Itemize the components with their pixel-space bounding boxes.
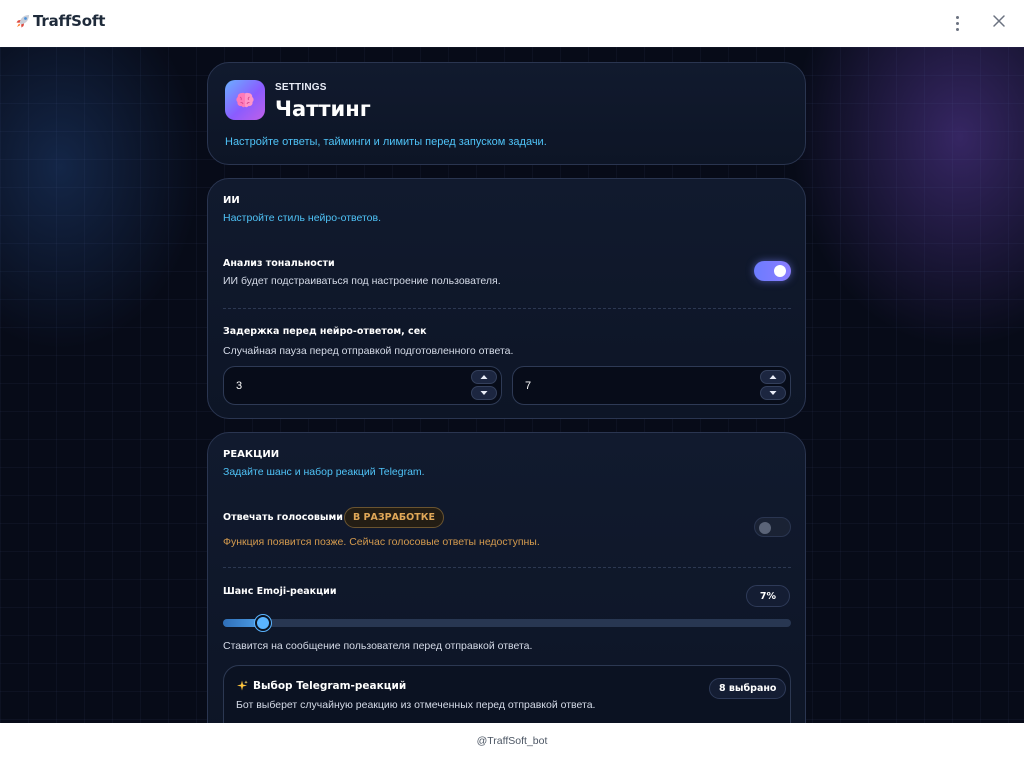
emoji-chance-slider[interactable] bbox=[223, 615, 791, 631]
emoji-chance-value: 7% bbox=[746, 585, 790, 607]
brain-icon bbox=[225, 80, 265, 120]
footer-bot-handle: @TraffSoft_bot bbox=[476, 735, 548, 747]
selected-count-badge: 8 выбрано bbox=[709, 678, 787, 699]
slider-thumb[interactable] bbox=[254, 615, 271, 631]
reactions-section-title: РЕАКЦИИ bbox=[223, 449, 280, 460]
tone-analysis-toggle[interactable] bbox=[754, 261, 791, 281]
close-icon[interactable] bbox=[990, 12, 1008, 30]
tone-analysis-description: ИИ будет подстраиваться под настроение п… bbox=[223, 275, 501, 287]
voice-reply-toggle[interactable] bbox=[754, 517, 791, 537]
app-title: TraffSoft bbox=[33, 12, 106, 30]
chevron-up-icon[interactable] bbox=[760, 370, 786, 384]
footer: @TraffSoft_bot bbox=[0, 723, 1024, 757]
emoji-chance-label: Шанс Emoji-реакции bbox=[223, 586, 337, 597]
telegram-reactions-title-text: Выбор Telegram-реакций bbox=[253, 680, 407, 692]
telegram-reactions-description: Бот выберет случайную реакцию из отмечен… bbox=[236, 699, 596, 711]
page-title: Чаттинг bbox=[275, 97, 371, 121]
section-divider bbox=[223, 567, 791, 568]
telegram-reactions-panel: Выбор Telegram-реакций Бот выберет случа… bbox=[223, 665, 791, 723]
title-bar: TraffSoft bbox=[0, 0, 1024, 47]
delay-max-stepper bbox=[760, 370, 786, 400]
delay-label: Задержка перед нейро-ответом, сек bbox=[223, 326, 427, 337]
chevron-down-icon[interactable] bbox=[760, 386, 786, 400]
brand: TraffSoft bbox=[15, 12, 105, 30]
chevron-down-icon[interactable] bbox=[471, 386, 497, 400]
voice-reply-warning: Функция появится позже. Сейчас голосовые… bbox=[223, 536, 540, 548]
header-card: SETTINGS Чаттинг Настройте ответы, тайми… bbox=[207, 62, 806, 165]
kebab-menu-icon[interactable] bbox=[948, 13, 966, 33]
delay-max-value: 7 bbox=[525, 380, 532, 392]
chevron-up-icon[interactable] bbox=[471, 370, 497, 384]
ai-section-subtitle: Настройте стиль нейро-ответов. bbox=[223, 212, 381, 224]
telegram-reactions-title: Выбор Telegram-реакций bbox=[236, 680, 406, 692]
section-divider bbox=[223, 308, 791, 309]
tone-analysis-label: Анализ тональности bbox=[223, 258, 335, 269]
page-description: Настройте ответы, тайминги и лимиты пере… bbox=[225, 136, 547, 148]
reactions-section-subtitle: Задайте шанс и набор реакций Telegram. bbox=[223, 466, 425, 478]
in-development-badge: В РАЗРАБОТКЕ bbox=[344, 507, 444, 528]
delay-min-value: 3 bbox=[236, 380, 243, 392]
ai-section: ИИ Настройте стиль нейро-ответов. Анализ… bbox=[207, 178, 806, 419]
voice-reply-label: Отвечать голосовыми bbox=[223, 512, 343, 523]
sparkles-icon bbox=[236, 680, 248, 692]
delay-max-input[interactable]: 7 bbox=[512, 366, 791, 405]
emoji-chance-description: Ставится на сообщение пользователя перед… bbox=[223, 640, 533, 652]
rocket-icon bbox=[15, 13, 31, 29]
page-kicker: SETTINGS bbox=[275, 82, 327, 93]
reactions-section: РЕАКЦИИ Задайте шанс и набор реакций Tel… bbox=[207, 432, 806, 723]
delay-min-stepper bbox=[471, 370, 497, 400]
ai-section-title: ИИ bbox=[223, 195, 240, 206]
settings-stage[interactable]: SETTINGS Чаттинг Настройте ответы, тайми… bbox=[0, 47, 1024, 723]
delay-description: Случайная пауза перед отправкой подготов… bbox=[223, 345, 514, 357]
delay-min-input[interactable]: 3 bbox=[223, 366, 502, 405]
